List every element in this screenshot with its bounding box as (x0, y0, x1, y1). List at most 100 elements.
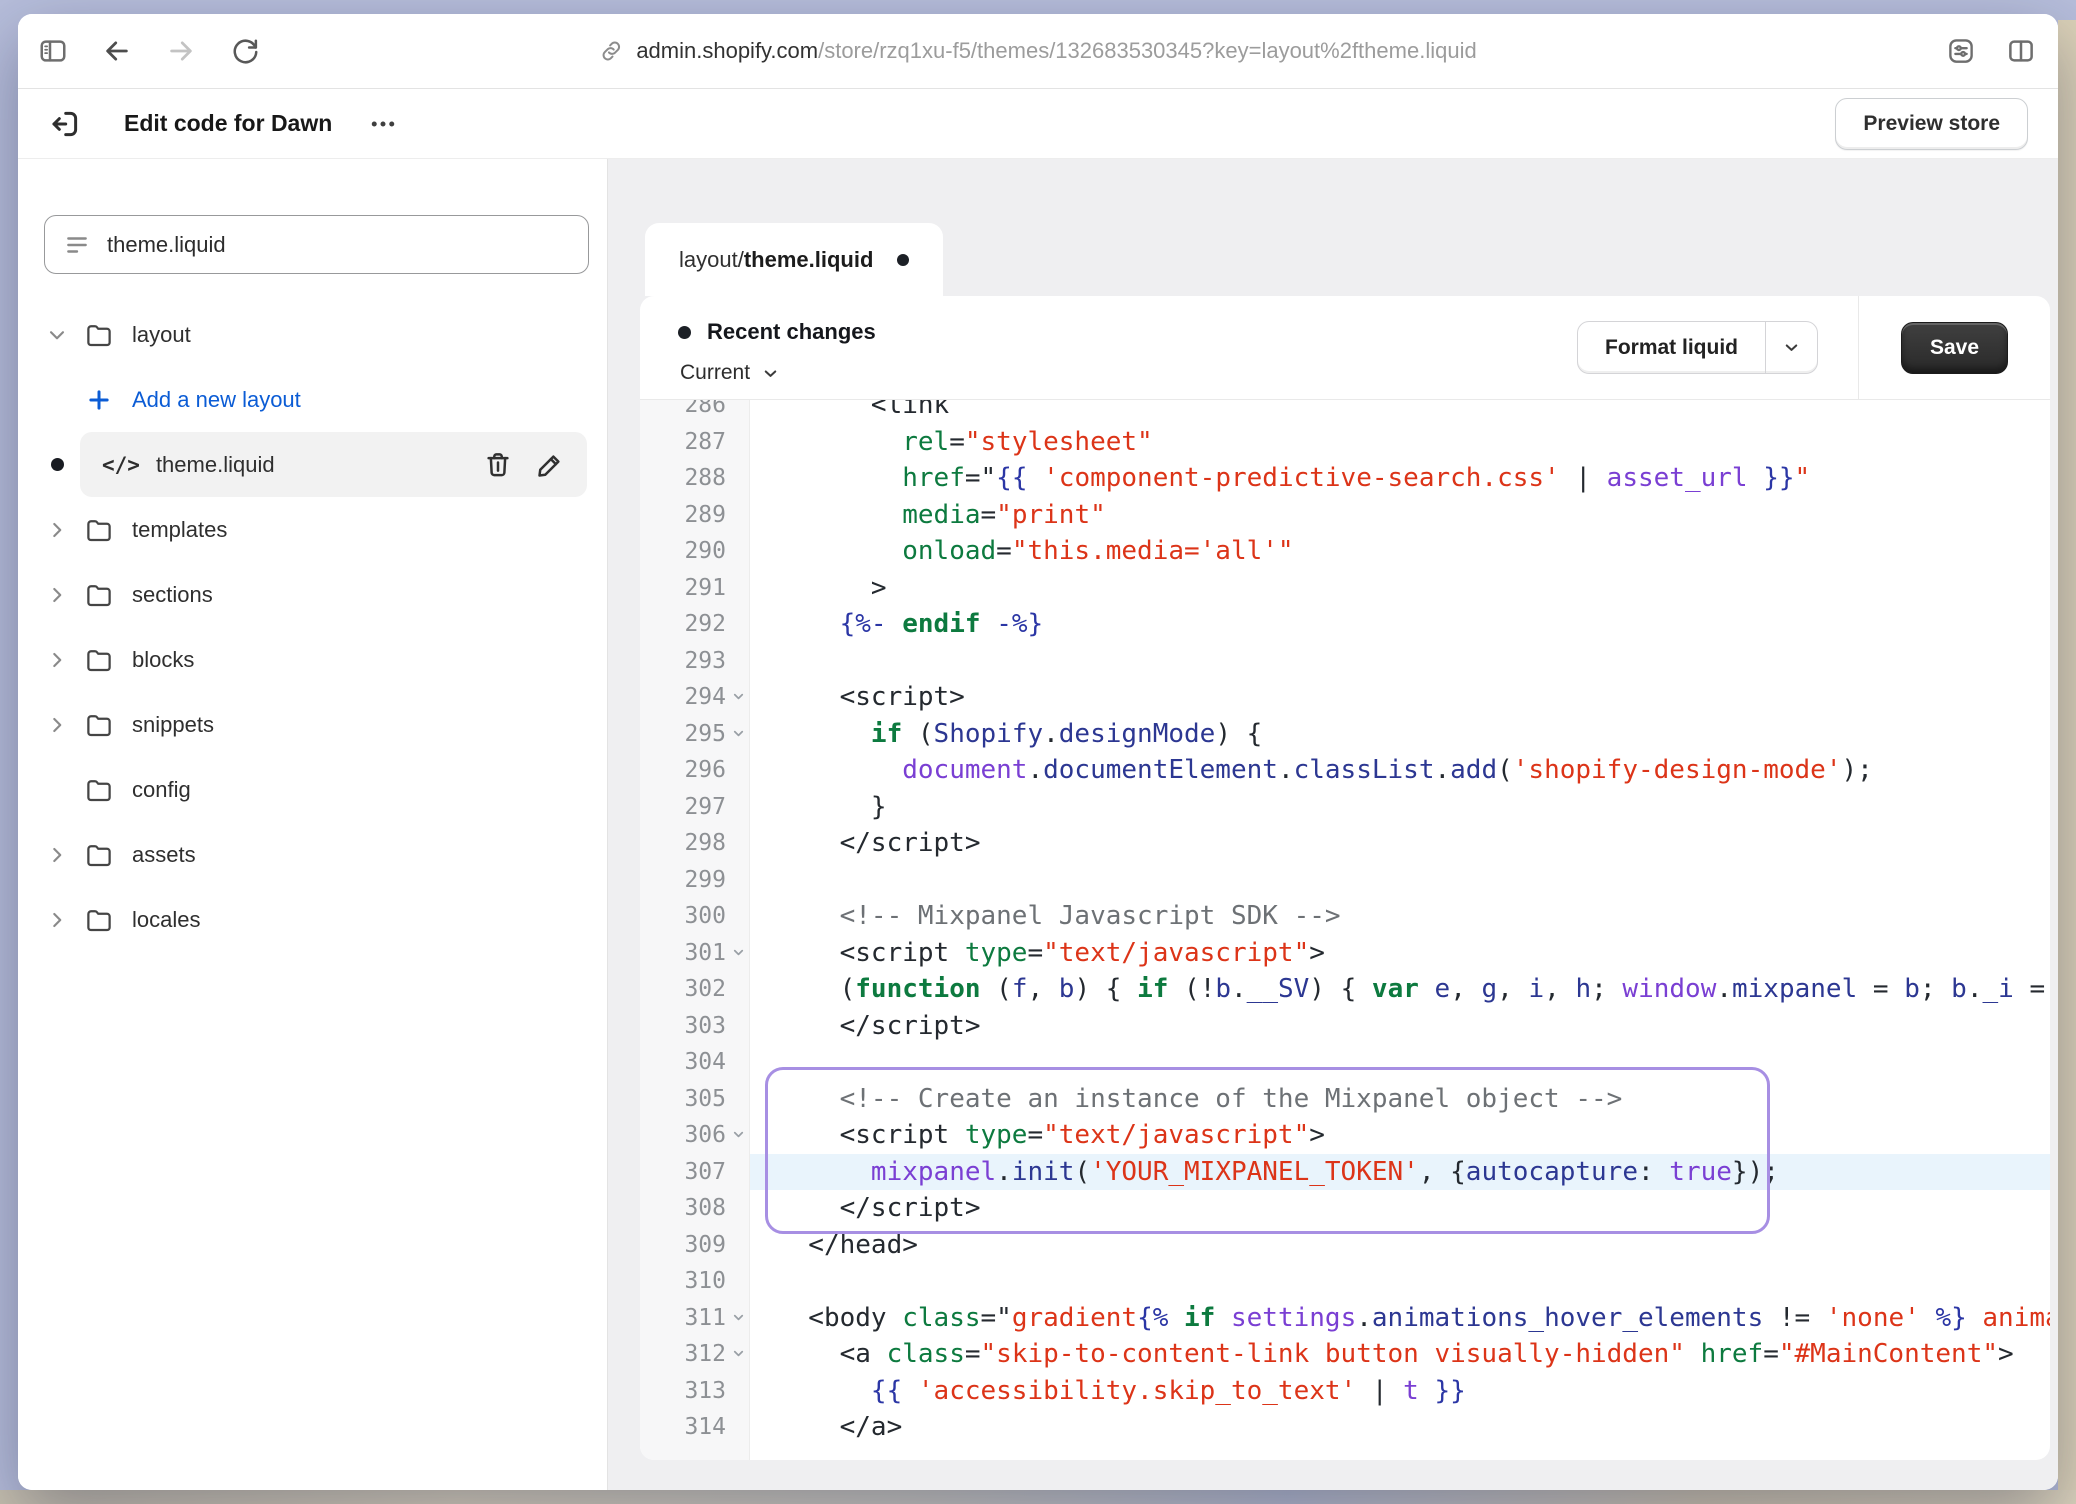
link-icon (599, 39, 623, 63)
code-line-content (750, 1044, 2050, 1081)
file-tab[interactable]: layout/theme.liquid (645, 223, 943, 296)
code-line-308[interactable]: 308 </script> (640, 1190, 2050, 1227)
delete-file-icon[interactable] (483, 450, 513, 480)
exit-editor-icon[interactable] (48, 107, 82, 141)
code-line-292[interactable]: 292 {%- endif -%} (640, 606, 2050, 643)
file-search[interactable] (44, 215, 589, 274)
chevron-down-icon (1782, 338, 1801, 357)
code-line-content: </script> (750, 1008, 2050, 1045)
save-button[interactable]: Save (1901, 322, 2008, 374)
code-line-286[interactable]: 286 <link (640, 400, 2050, 424)
code-line-301[interactable]: 301 <script type="text/javascript"> (640, 935, 2050, 972)
folder-icon (84, 580, 114, 610)
code-editor[interactable]: 286 <link 287 rel="stylesheet" 288 href=… (640, 400, 2050, 1460)
sidebar-item-locales[interactable]: locales (44, 887, 591, 952)
line-number: 313 (640, 1373, 750, 1410)
code-line-314[interactable]: 314 </a> (640, 1409, 2050, 1446)
version-select[interactable]: Current (680, 361, 780, 385)
sidebar-item-theme-liquid[interactable]: </> theme.liquid (44, 432, 591, 497)
code-line-287[interactable]: 287 rel="stylesheet" (640, 424, 2050, 461)
folder-icon (84, 515, 114, 545)
code-line-289[interactable]: 289 media="print" (640, 497, 2050, 534)
sidebar-item-layout[interactable]: layout (44, 302, 591, 367)
sidebar-item-sections[interactable]: sections (44, 562, 591, 627)
fold-chevron-icon[interactable] (731, 1310, 746, 1325)
sidebar-item-snippets[interactable]: snippets (44, 692, 591, 757)
chevron-right-icon[interactable] (44, 582, 70, 608)
sidebar-item-assets[interactable]: assets (44, 822, 591, 887)
file-search-input[interactable] (107, 232, 569, 258)
chevron-right-icon[interactable] (44, 907, 70, 933)
rename-file-icon[interactable] (535, 450, 565, 480)
back-arrow-icon[interactable] (102, 36, 132, 66)
sidebar-item-templates[interactable]: templates (44, 497, 591, 562)
add-new-layout-link[interactable]: Add a new layout (44, 367, 591, 432)
code-line-307[interactable]: 307 mixpanel.init('YOUR_MIXPANEL_TOKEN',… (640, 1154, 2050, 1191)
editor-panel: Recent changes Current Format liquid (640, 296, 2050, 1460)
browser-toolbar: admin.shopify.com/store/rzq1xu-f5/themes… (18, 14, 2058, 89)
code-line-content: document.documentElement.classList.add('… (750, 752, 2050, 789)
code-line-content: <a class="skip-to-content-link button vi… (750, 1336, 2050, 1373)
reload-icon[interactable] (230, 36, 260, 66)
folder-icon (84, 710, 114, 740)
fold-chevron-icon[interactable] (731, 726, 746, 741)
code-line-293[interactable]: 293 (640, 643, 2050, 680)
chevron-right-icon[interactable] (44, 517, 70, 543)
code-line-311[interactable]: 311 <body class="gradient{% if settings.… (640, 1300, 2050, 1337)
format-liquid-button[interactable]: Format liquid (1578, 322, 1765, 373)
wallpaper-right-strip (2058, 20, 2076, 1504)
line-number: 306 (640, 1117, 750, 1154)
plus-icon (84, 385, 114, 415)
fold-chevron-icon[interactable] (731, 1346, 746, 1361)
sidebar-item-blocks[interactable]: blocks (44, 627, 591, 692)
code-line-296[interactable]: 296 document.documentElement.classList.a… (640, 752, 2050, 789)
code-line-303[interactable]: 303 </script> (640, 1008, 2050, 1045)
code-line-295[interactable]: 295 if (Shopify.designMode) { (640, 716, 2050, 753)
code-line-312[interactable]: 312 <a class="skip-to-content-link butto… (640, 1336, 2050, 1373)
page-settings-icon[interactable] (1946, 36, 1976, 66)
code-line-content: <!-- Create an instance of the Mixpanel … (750, 1081, 2050, 1118)
line-number: 302 (640, 971, 750, 1008)
line-number: 293 (640, 643, 750, 680)
address-bar[interactable]: admin.shopify.com/store/rzq1xu-f5/themes… (599, 38, 1476, 64)
more-menu-icon[interactable] (368, 109, 398, 139)
code-line-content: <script> (750, 679, 2050, 716)
split-view-icon[interactable] (2006, 36, 2036, 66)
chevron-right-icon[interactable] (44, 842, 70, 868)
chevron-right-icon[interactable] (44, 712, 70, 738)
code-line-304[interactable]: 304 (640, 1044, 2050, 1081)
code-line-310[interactable]: 310 (640, 1263, 2050, 1300)
code-line-288[interactable]: 288 href="{{ 'component-predictive-searc… (640, 460, 2050, 497)
code-line-294[interactable]: 294 <script> (640, 679, 2050, 716)
code-line-302[interactable]: 302 (function (f, b) { if (!b.__SV) { va… (640, 971, 2050, 1008)
code-line-299[interactable]: 299 (640, 862, 2050, 899)
code-line-313[interactable]: 313 {{ 'accessibility.skip_to_text' | t … (640, 1373, 2050, 1410)
file-sidebar: layout Add a new layout </> theme.liquid… (18, 159, 608, 1490)
sidebar-item-config[interactable]: config (44, 757, 591, 822)
code-line-291[interactable]: 291 > (640, 570, 2050, 607)
format-liquid-chevron[interactable] (1765, 322, 1817, 373)
fold-chevron-icon[interactable] (731, 1127, 746, 1142)
selected-file-pill[interactable]: </> theme.liquid (80, 432, 587, 497)
code-line-298[interactable]: 298 </script> (640, 825, 2050, 862)
fold-chevron-icon[interactable] (731, 945, 746, 960)
code-line-300[interactable]: 300 <!-- Mixpanel Javascript SDK --> (640, 898, 2050, 935)
modified-dot-icon (44, 452, 70, 478)
code-line-309[interactable]: 309 </head> (640, 1227, 2050, 1264)
code-line-content: (function (f, b) { if (!b.__SV) { var e,… (750, 971, 2050, 1008)
code-line-content: </a> (750, 1409, 2050, 1446)
browser-window: admin.shopify.com/store/rzq1xu-f5/themes… (18, 14, 2058, 1490)
code-line-306[interactable]: 306 <script type="text/javascript"> (640, 1117, 2050, 1154)
chevron-right-icon[interactable] (44, 647, 70, 673)
code-line-297[interactable]: 297 } (640, 789, 2050, 826)
code-line-290[interactable]: 290 onload="this.media='all'" (640, 533, 2050, 570)
code-line-content (750, 643, 2050, 680)
chevron-down-icon[interactable] (44, 322, 70, 348)
code-line-content: } (750, 789, 2050, 826)
sidebar-toggle-icon[interactable] (38, 36, 68, 66)
line-number: 286 (640, 400, 750, 424)
fold-chevron-icon[interactable] (731, 689, 746, 704)
preview-store-button[interactable]: Preview store (1835, 98, 2028, 150)
line-number: 292 (640, 606, 750, 643)
code-line-305[interactable]: 305 <!-- Create an instance of the Mixpa… (640, 1081, 2050, 1118)
